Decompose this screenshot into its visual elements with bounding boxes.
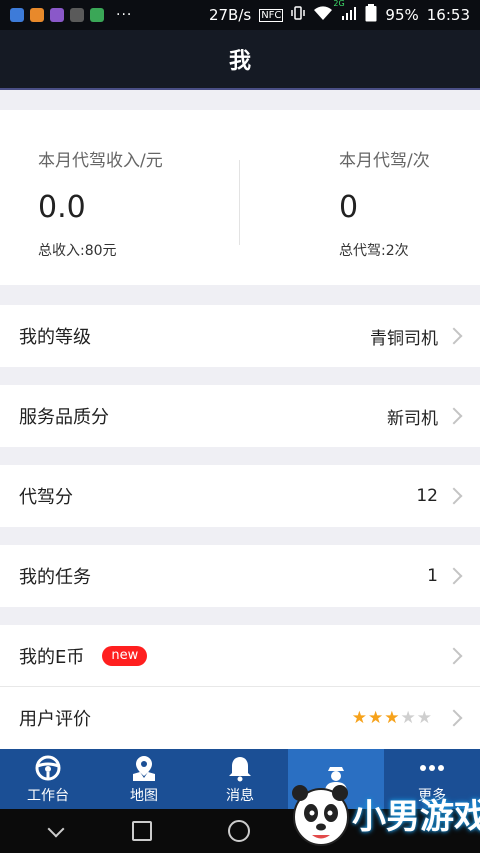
row-value: 1	[427, 566, 438, 586]
steering-wheel-icon	[34, 753, 62, 783]
chevron-right-icon	[445, 647, 463, 665]
page-title: 我	[228, 49, 251, 74]
stat-total: 总收入:80元	[38, 243, 117, 259]
stats-divider	[239, 160, 240, 245]
chevron-right-icon	[445, 327, 463, 345]
driving-score-row[interactable]: 代驾分 12	[0, 465, 480, 527]
more-notifications-icon: ···	[116, 7, 133, 23]
tab-workbench[interactable]: 工作台	[0, 749, 96, 809]
tab-label: 更多	[418, 788, 446, 804]
back-icon[interactable]	[47, 820, 65, 838]
star-icon: ★	[384, 708, 400, 728]
tab-messages[interactable]: 消息	[192, 749, 288, 809]
my-ecoin-row[interactable]: 我的E币 new	[0, 625, 480, 687]
stat-value: 0.0	[38, 190, 86, 225]
home-icon[interactable]	[228, 820, 250, 842]
vibrate-icon	[291, 5, 306, 25]
tab-label: 地图	[130, 788, 158, 804]
system-nav-bar	[0, 809, 480, 853]
my-tasks-row[interactable]: 我的任务 1	[0, 545, 480, 607]
stat-label: 本月代驾收入/元	[38, 151, 163, 171]
star-icon: ★	[400, 708, 416, 728]
nfc-icon: NFC	[259, 8, 284, 22]
status-bar: ··· 27B/s NFC 2G 95% 16:53	[0, 0, 480, 30]
row-label: 我的任务	[19, 567, 91, 588]
star-icon: ★	[416, 708, 432, 728]
stat-total: 总代驾:2次	[339, 243, 409, 259]
app-notification-icon	[90, 8, 104, 22]
chevron-right-icon	[445, 487, 463, 505]
bell-icon	[227, 753, 253, 783]
stat-value: 0	[339, 190, 359, 225]
row-label: 服务品质分	[19, 407, 109, 428]
rating-stars: ★ ★ ★ ★ ★	[352, 708, 432, 728]
driver-icon	[321, 763, 351, 793]
recent-apps-icon[interactable]	[132, 821, 152, 841]
row-value: 新司机	[387, 408, 438, 429]
row-value: 12	[416, 486, 438, 506]
row-label: 代驾分	[19, 487, 73, 508]
row-label: 用户评价	[19, 709, 91, 730]
star-icon: ★	[351, 708, 367, 728]
chevron-right-icon	[445, 567, 463, 585]
row-label: 我的等级	[19, 327, 91, 348]
clock: 16:53	[426, 6, 470, 24]
tab-label: 消息	[226, 788, 254, 804]
stat-label: 本月代驾/次	[339, 151, 430, 171]
network-type: 2G	[333, 0, 345, 8]
service-quality-row[interactable]: 服务品质分 新司机	[0, 385, 480, 447]
my-level-row[interactable]: 我的等级 青铜司机	[0, 305, 480, 367]
signal-icon: 2G	[333, 0, 357, 25]
new-badge: new	[102, 646, 148, 666]
star-icon: ★	[368, 708, 384, 728]
chevron-right-icon	[445, 407, 463, 425]
battery-level: 95%	[385, 6, 419, 24]
app-notification-icon	[50, 8, 64, 22]
app-notification-icon	[10, 8, 24, 22]
more-dots-icon	[419, 753, 445, 783]
chevron-right-icon	[445, 709, 463, 727]
tab-map[interactable]: 地图	[96, 749, 192, 809]
row-label: 我的E币	[19, 647, 85, 668]
app-notification-icon	[70, 8, 84, 22]
tab-more[interactable]: 更多	[384, 749, 480, 809]
bottom-tab-bar: 工作台 地图 消息 更多	[0, 749, 480, 809]
tab-me[interactable]	[288, 749, 384, 809]
monthly-stats-card: 本月代驾收入/元 0.0 总收入:80元 本月代驾/次 0 总代驾:2次	[0, 110, 480, 285]
tab-label: 工作台	[27, 788, 69, 804]
wifi-icon	[313, 5, 333, 25]
network-speed: 27B/s	[208, 6, 252, 24]
app-notification-icon	[30, 8, 44, 22]
row-value: 青铜司机	[370, 328, 438, 349]
notification-icons: ···	[10, 7, 132, 23]
page-title-bar: 我	[0, 30, 480, 90]
map-pin-icon	[130, 753, 158, 783]
battery-icon	[365, 4, 377, 26]
user-rating-row[interactable]: 用户评价 ★ ★ ★ ★ ★	[0, 687, 480, 749]
